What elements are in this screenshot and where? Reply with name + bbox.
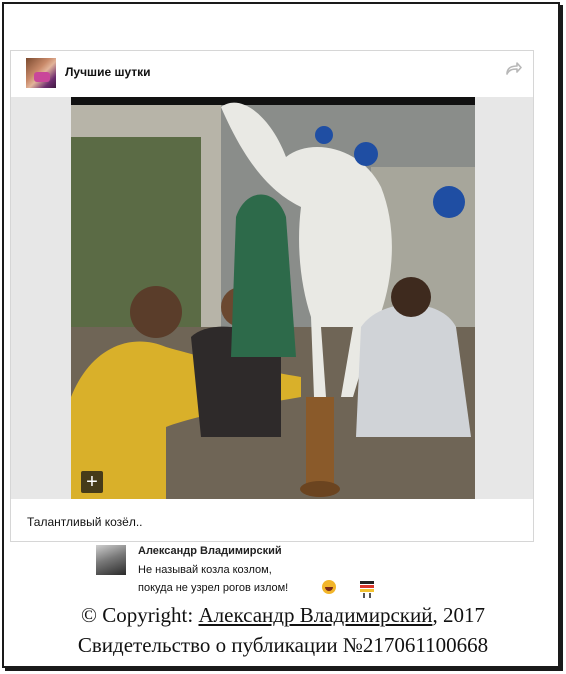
grinning-face-emoji bbox=[322, 580, 336, 594]
post-caption: Талантливый козёл.. bbox=[27, 515, 143, 529]
user-avatar-image[interactable] bbox=[96, 545, 126, 575]
copyright-author-link[interactable]: Александр Владимирский bbox=[198, 603, 432, 627]
comment: Александр Владимирский Не называй козла … bbox=[84, 542, 384, 600]
post-card: Лучшие шутки + Талантливый козёл.. bbox=[10, 50, 534, 542]
share-arrow-icon[interactable] bbox=[503, 59, 523, 79]
post-photo[interactable]: + bbox=[71, 97, 475, 499]
copyright-year: , 2017 bbox=[432, 603, 485, 627]
group-avatar-image bbox=[34, 72, 50, 82]
copyright-prefix: © Copyright: bbox=[81, 603, 199, 627]
expand-photo-button[interactable]: + bbox=[81, 471, 103, 493]
comment-author-link[interactable]: Александр Владимирский bbox=[138, 545, 282, 557]
copyright-line: © Copyright: Александр Владимирский, 201… bbox=[0, 603, 566, 628]
group-avatar[interactable] bbox=[26, 58, 56, 88]
flag-emoji bbox=[359, 580, 375, 598]
group-name-link[interactable]: Лучшие шутки bbox=[65, 65, 151, 79]
comment-text-line2: покуда не узрел рогов излом! bbox=[138, 582, 289, 594]
publication-certificate: Свидетельство о публикации №217061100668 bbox=[77, 633, 489, 657]
post-header: Лучшие шутки bbox=[11, 51, 533, 95]
comment-text-line1: Не называй козла козлом, bbox=[138, 564, 272, 576]
